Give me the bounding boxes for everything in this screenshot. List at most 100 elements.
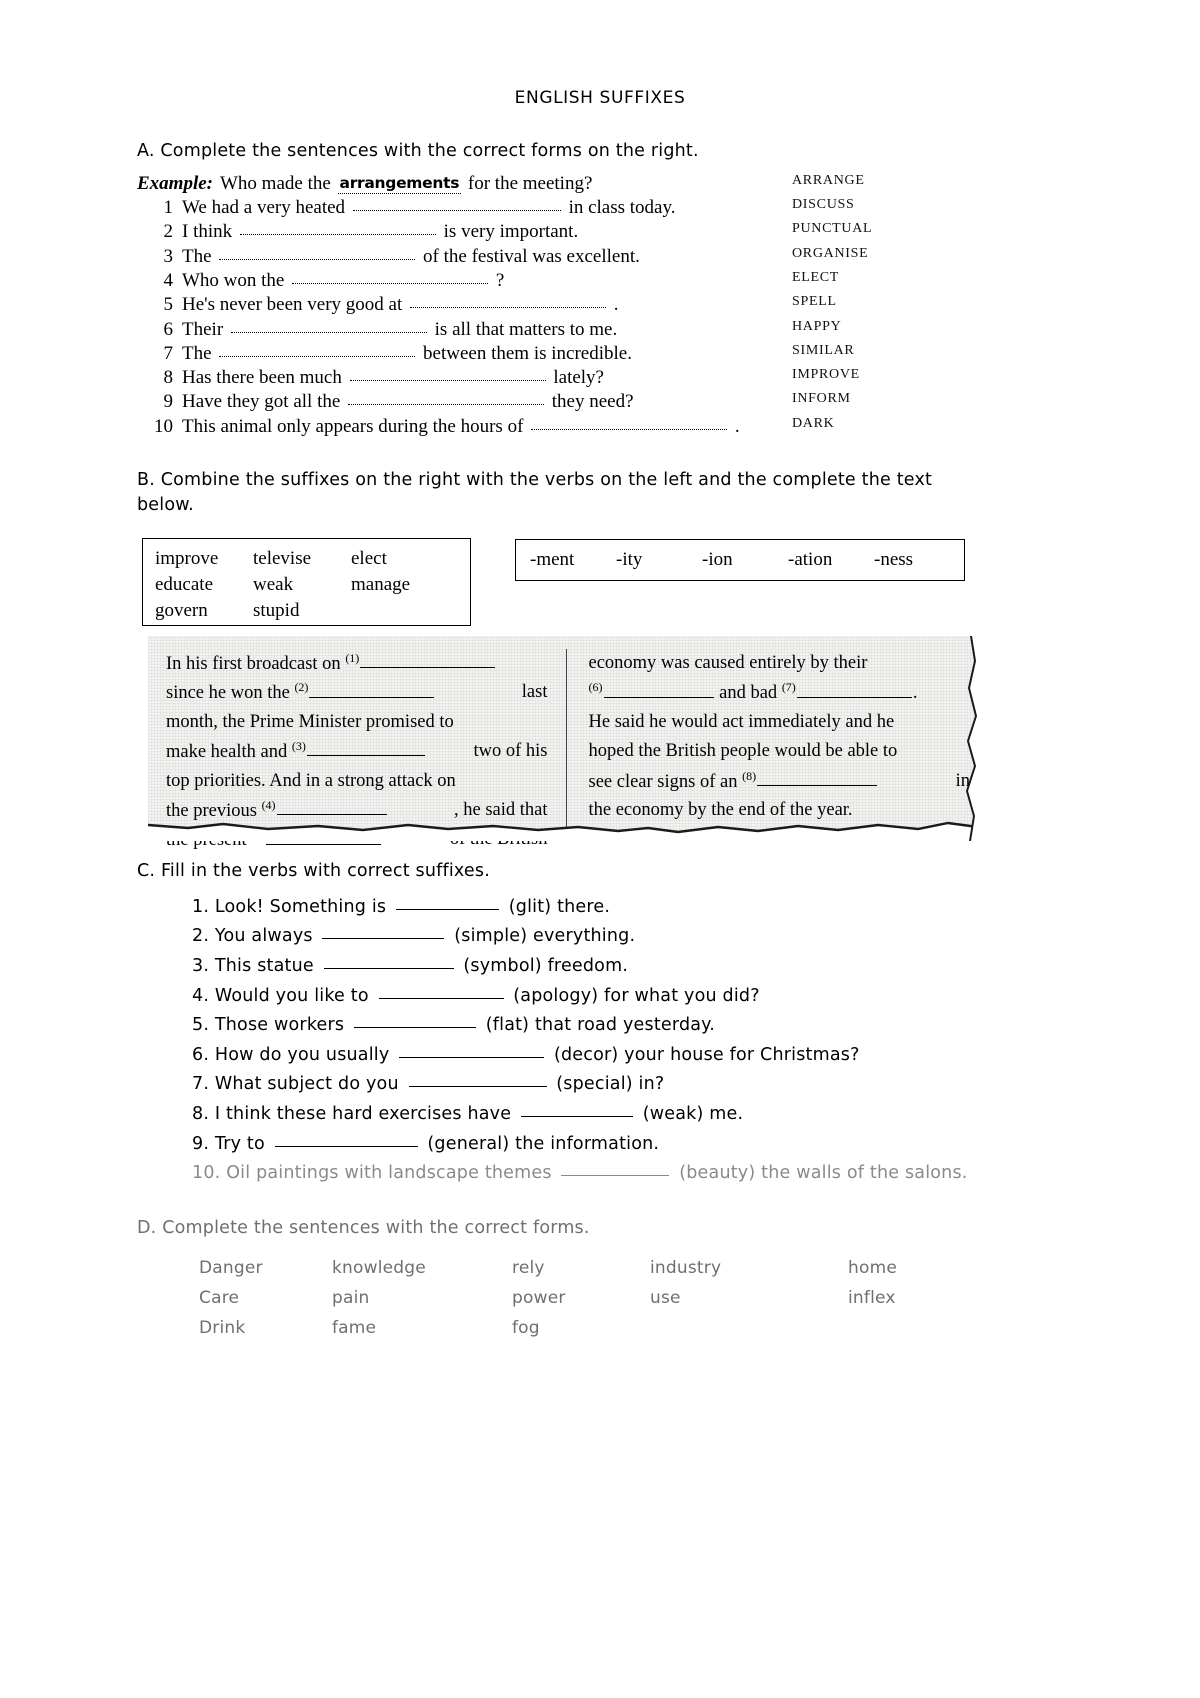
answer-blank[interactable]: [323, 954, 454, 969]
item-number: 5: [163, 294, 174, 316]
exercise-row: 5. Those workers (flat) that road yester…: [192, 1013, 715, 1036]
answer-blank[interactable]: [561, 1161, 670, 1177]
page-title: ENGLISH SUFFIXES: [514, 88, 686, 108]
item-number: 2: [163, 221, 174, 243]
exercise-row: 5 He's never been very good at . SPELL: [137, 294, 1037, 318]
suffix-item: -ion: [702, 548, 733, 570]
word-item: industry: [650, 1258, 722, 1278]
cue-word: ORGANISE: [792, 245, 869, 261]
item-number: 9.: [192, 1133, 215, 1154]
exercise-row: 10 This animal only appears during the ho…: [137, 416, 1037, 440]
exercise-row: 3. This statue (symbol) freedom.: [192, 954, 629, 976]
word-item: inflex: [848, 1288, 896, 1308]
item-number: 2.: [192, 926, 215, 947]
item-number: 4: [163, 269, 174, 291]
cue-word: PUNCTUAL: [792, 221, 873, 237]
answer-blank[interactable]: [274, 1132, 418, 1147]
answer-blank[interactable]: [219, 247, 416, 260]
section-b-instruction: B. Combine the suffixes on the right wit…: [137, 470, 933, 516]
cue-word: DISCUSS: [792, 197, 855, 213]
passage-text: make health and (3): [166, 737, 426, 766]
word-item: use: [650, 1288, 681, 1308]
answer-blank[interactable]: [410, 295, 607, 309]
answer-blank[interactable]: [408, 1072, 547, 1088]
answer-blank[interactable]: [757, 770, 878, 786]
passage-line: make health and (3) two of his: [166, 737, 548, 766]
word-item: stupid: [253, 600, 300, 622]
verb-word-box: improve televise elect educate weak manage gov…: [142, 537, 471, 626]
answer-blank[interactable]: [309, 682, 435, 698]
cue-word: SIMILAR: [792, 342, 855, 358]
answer-blank[interactable]: [349, 368, 546, 382]
answer-blank[interactable]: [230, 320, 427, 333]
answer-blank[interactable]: [276, 799, 387, 816]
item-sentence: Has there been much lately?: [182, 367, 604, 389]
word-item: rely: [512, 1258, 545, 1278]
answer-blank[interactable]: [796, 682, 912, 698]
item-sentence: I think is very important.: [182, 221, 579, 243]
answer-blank[interactable]: [378, 984, 504, 999]
item-sentence: We had a very heated in class today.: [182, 197, 676, 219]
blank-number: (1): [345, 651, 360, 665]
passage-text: month, the Prime Minister promised to: [166, 711, 454, 732]
word-item: Danger: [199, 1258, 263, 1278]
item-number: 10.: [192, 1163, 227, 1184]
item-number: 7: [163, 342, 174, 364]
blank-number: (3): [291, 739, 306, 754]
suffix-item: -ness: [874, 548, 914, 570]
cue-word: INFORM: [792, 391, 851, 407]
word-row: educate weak manage: [155, 572, 470, 598]
item-number: 10: [154, 415, 173, 437]
item-number: 3.: [192, 955, 215, 976]
suffix-word-box: -ment -ity -ion -ation -ness: [515, 538, 965, 581]
item-sentence: This animal only appears during the hour…: [182, 415, 740, 437]
item-sentence: He's never been very good at .: [182, 294, 619, 316]
worksheet-page: ENGLISH SUFFIXES A. Complete the sentenc…: [0, 0, 1200, 1698]
example-label: Example:: [137, 172, 213, 194]
passage-text: last: [521, 682, 548, 703]
suffix-item: -ation: [788, 548, 833, 570]
section-c-instruction: C. Fill in the verbs with correct suffix…: [137, 861, 490, 881]
word-item: knowledge: [332, 1258, 426, 1278]
exercise-row: 4 Who won the ? ELECT: [137, 270, 1037, 294]
word-row: Care pain power use inflex: [199, 1288, 1057, 1318]
word-item: Care: [199, 1288, 240, 1308]
passage-line: see clear signs of an (8) in: [589, 767, 971, 796]
answer-blank[interactable]: [520, 1102, 633, 1117]
answer-blank[interactable]: [292, 271, 489, 284]
blank-number: (4): [261, 797, 276, 812]
section-a: A. Complete the sentences with the corre…: [137, 140, 1037, 440]
passage-text: the economy by the end of the year.: [588, 799, 853, 820]
word-item: televise: [253, 547, 312, 569]
passage-left-column: In his first broadcast on (1) since he wo…: [166, 649, 566, 851]
section-b-word-boxes: improve televise elect educate weak manage gov…: [137, 537, 1057, 630]
section-c-item-list: 1. Look! Something is (glit) there. 2. Yo…: [137, 897, 1037, 1193]
cue-word: ARRANGE: [792, 172, 865, 188]
answer-blank[interactable]: [399, 1043, 545, 1058]
word-item: improve: [155, 547, 219, 569]
item-sentence: Who won the ?: [182, 269, 505, 291]
answer-blank[interactable]: [348, 392, 545, 406]
answer-blank[interactable]: [306, 740, 425, 757]
answer-blank[interactable]: [219, 344, 416, 357]
answer-blank[interactable]: [396, 895, 499, 910]
answer-blank[interactable]: [360, 652, 496, 669]
exercise-row: 8 Has there been much lately? IMPROVE: [137, 367, 1037, 391]
answer-blank[interactable]: [531, 417, 728, 430]
cue-word: ELECT: [792, 269, 840, 285]
item-number: 8: [163, 367, 174, 389]
section-d: D. Complete the sentences with the corre…: [137, 1218, 1057, 1348]
passage-text: (6) and bad (7).: [588, 680, 918, 704]
item-number: 8.: [192, 1103, 215, 1124]
item-sentence: The between them is incredible.: [182, 342, 632, 364]
answer-blank[interactable]: [603, 682, 714, 698]
answer-blank[interactable]: [239, 222, 436, 236]
word-item: fog: [512, 1318, 540, 1338]
exercise-row: 6. How do you usually (decor) your house…: [192, 1043, 860, 1065]
word-row: Drink fame fog: [199, 1318, 1057, 1348]
answer-blank[interactable]: [322, 924, 445, 940]
word-row: Danger knowledge rely industry home: [199, 1258, 1057, 1288]
word-item: home: [848, 1258, 897, 1278]
answer-blank[interactable]: [353, 1013, 476, 1029]
answer-blank[interactable]: [352, 198, 561, 212]
